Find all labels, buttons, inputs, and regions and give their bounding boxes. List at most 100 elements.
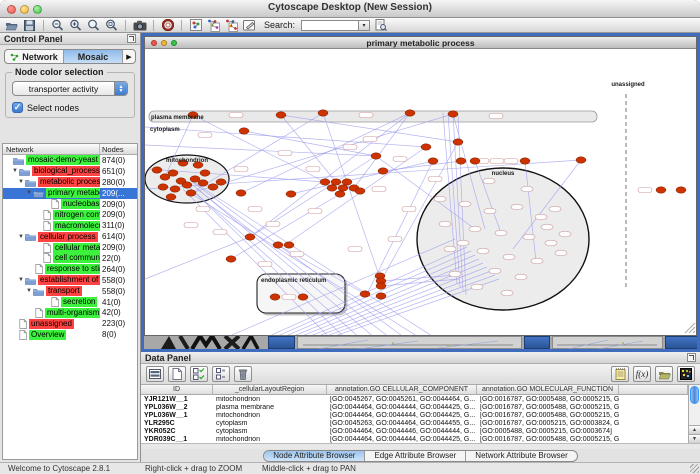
graph-label-node[interactable] bbox=[545, 240, 557, 246]
graph-label-node[interactable] bbox=[248, 207, 262, 212]
tree-row[interactable]: multi-organism pro42(0) bbox=[3, 307, 137, 318]
graph-node[interactable] bbox=[286, 191, 296, 197]
tree-col-network[interactable]: Network bbox=[3, 144, 100, 154]
graph-node[interactable] bbox=[208, 184, 218, 190]
tree-row[interactable]: nitrogen compo209(0) bbox=[3, 209, 137, 220]
graph-node[interactable] bbox=[656, 187, 666, 193]
network-overlay-icon-1[interactable] bbox=[206, 19, 221, 32]
graph-node[interactable] bbox=[421, 144, 431, 150]
graph-node[interactable] bbox=[273, 242, 283, 248]
attribute-new-icon[interactable] bbox=[168, 366, 186, 382]
select-nodes-checkbox[interactable]: ✓ bbox=[12, 102, 23, 113]
graph-label-node[interactable] bbox=[490, 159, 504, 164]
graph-node[interactable] bbox=[355, 188, 365, 194]
graph-label-node[interactable] bbox=[308, 209, 322, 214]
graph-label-node[interactable] bbox=[489, 268, 501, 274]
column-header[interactable]: annotation.GO CELLULAR_COMPONENT bbox=[327, 385, 477, 394]
save-icon[interactable] bbox=[22, 19, 37, 32]
graph-node[interactable] bbox=[448, 111, 458, 117]
graph-node[interactable] bbox=[376, 293, 386, 299]
graph-label-node[interactable] bbox=[521, 186, 533, 192]
function-builder-icon[interactable]: f(x) bbox=[633, 366, 651, 382]
tab-mosaic[interactable]: Mosaic bbox=[64, 50, 123, 63]
tab-network[interactable]: Network bbox=[5, 50, 64, 63]
graph-node[interactable] bbox=[331, 179, 341, 185]
graph-label-node[interactable] bbox=[511, 204, 523, 210]
graph-label-node[interactable] bbox=[489, 114, 503, 119]
float-panel-icon[interactable] bbox=[687, 353, 696, 362]
graph-node[interactable] bbox=[168, 170, 178, 176]
graph-label-node[interactable] bbox=[343, 145, 357, 150]
background-window-titlebar[interactable] bbox=[268, 336, 295, 349]
graph-label-node[interactable] bbox=[388, 237, 402, 242]
background-window-titlebar[interactable] bbox=[524, 336, 550, 349]
column-header[interactable]: _cellularLayoutRegion bbox=[213, 385, 327, 394]
background-window-thumbnail[interactable] bbox=[297, 336, 522, 349]
graph-node[interactable] bbox=[166, 194, 176, 200]
graph-label-node[interactable] bbox=[402, 207, 416, 212]
expand-arrow-icon[interactable]: ▼ bbox=[17, 277, 25, 283]
graph-label-node[interactable] bbox=[501, 290, 513, 296]
tree-row[interactable]: cell communicat22(0) bbox=[3, 253, 137, 264]
graph-label-node[interactable] bbox=[282, 295, 296, 300]
graph-node[interactable] bbox=[158, 184, 168, 190]
graph-label-node[interactable] bbox=[449, 271, 461, 277]
graph-label-node[interactable] bbox=[469, 226, 481, 232]
graph-label-node[interactable] bbox=[531, 258, 543, 264]
graph-node[interactable] bbox=[576, 157, 586, 163]
graph-node[interactable] bbox=[327, 185, 337, 191]
graph-label-node[interactable] bbox=[363, 137, 377, 142]
canvas-resize-grip[interactable] bbox=[693, 331, 695, 333]
annotation-icon[interactable] bbox=[242, 19, 257, 32]
graph-label-node[interactable] bbox=[477, 248, 489, 254]
graph-node[interactable] bbox=[200, 170, 210, 176]
table-row[interactable]: YPL036W__1mitochondrion[GO:0044464, GO:0… bbox=[141, 411, 688, 419]
graph-label-node[interactable] bbox=[495, 230, 507, 236]
tree-row[interactable]: secretion41(0) bbox=[3, 297, 137, 308]
graph-label-node[interactable] bbox=[198, 133, 212, 138]
advanced-search-icon[interactable] bbox=[373, 19, 388, 32]
zoom-fit-icon[interactable] bbox=[86, 19, 101, 32]
open-icon[interactable] bbox=[4, 19, 19, 32]
expand-arrow-icon[interactable]: ▼ bbox=[25, 190, 33, 196]
help-icon[interactable] bbox=[160, 19, 175, 32]
graph-node[interactable] bbox=[520, 158, 530, 164]
graph-label-node[interactable] bbox=[555, 250, 567, 256]
attribute-notes-icon[interactable] bbox=[611, 366, 629, 382]
graph-label-node[interactable] bbox=[290, 252, 304, 257]
column-header[interactable]: annotation.GO MOLECULAR_FUNCTION bbox=[477, 385, 619, 394]
graph-label-node[interactable] bbox=[184, 223, 198, 228]
graph-label-node[interactable] bbox=[484, 208, 496, 214]
graph-label-node[interactable] bbox=[213, 230, 227, 235]
graph-node[interactable] bbox=[378, 168, 388, 174]
vizmapper-icon[interactable] bbox=[188, 19, 203, 32]
tree-row[interactable]: response to stimulu264(0) bbox=[3, 264, 137, 275]
graph-node[interactable] bbox=[456, 158, 466, 164]
tab-node-attribute-browser[interactable]: Node Attribute Browser bbox=[264, 451, 365, 461]
graph-label-node[interactable] bbox=[348, 247, 362, 252]
graph-label-node[interactable] bbox=[535, 214, 547, 220]
graph-label-node[interactable] bbox=[258, 262, 272, 267]
table-row[interactable]: YPL036W__2plasma membrane[GO:0044464, GO… bbox=[141, 403, 688, 411]
graph-label-node[interactable] bbox=[638, 188, 652, 193]
node-color-dropdown[interactable]: transporter activity ▲▼ bbox=[12, 81, 128, 96]
network-canvas[interactable]: plasma membranecytoplasmmitochondrionnuc… bbox=[145, 49, 696, 335]
graph-node[interactable] bbox=[152, 167, 162, 173]
graph-label-node[interactable] bbox=[393, 157, 407, 162]
expand-arrow-icon[interactable]: ▼ bbox=[25, 288, 33, 294]
graph-node[interactable] bbox=[170, 186, 180, 192]
graph-label-node[interactable] bbox=[457, 240, 469, 246]
resize-grip[interactable] bbox=[690, 464, 699, 473]
tab-network-attribute-browser[interactable]: Network Attribute Browser bbox=[466, 451, 576, 461]
attribute-matrix-icon[interactable] bbox=[677, 366, 695, 382]
graph-label-node[interactable] bbox=[234, 167, 248, 172]
zoom-out-icon[interactable] bbox=[50, 19, 65, 32]
table-row[interactable]: YJR121W__1mitochondrion[GO:0045267, GO:0… bbox=[141, 395, 688, 403]
graph-node[interactable] bbox=[428, 158, 438, 164]
graph-node[interactable] bbox=[360, 291, 370, 297]
graph-node[interactable] bbox=[186, 190, 196, 196]
network-window-titlebar[interactable]: primary metabolic process bbox=[145, 37, 696, 49]
zoom-selected-icon[interactable] bbox=[104, 19, 119, 32]
graph-node[interactable] bbox=[376, 283, 386, 289]
graph-label-node[interactable] bbox=[359, 113, 373, 118]
